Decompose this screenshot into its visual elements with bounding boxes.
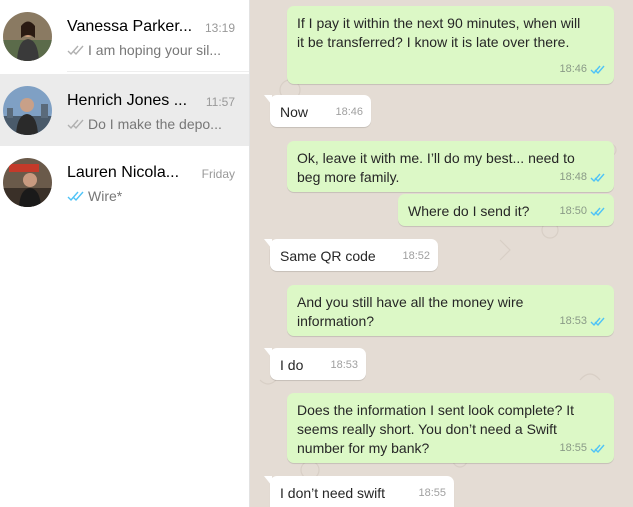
chat-time: 11:57: [205, 95, 235, 109]
message-time: 18:53: [559, 315, 587, 327]
message-text: Same QR code: [280, 248, 376, 264]
message-bubble-outgoing[interactable]: Ok, leave it with me. I’ll do my best...…: [287, 141, 614, 192]
message-meta: 18:55: [559, 439, 606, 458]
chat-preview-text: I am hoping your sil...: [88, 42, 222, 58]
message-meta: 18:48: [559, 168, 606, 187]
chat-list-item-vanessa[interactable]: Vanessa Parker... 13:19 I am hoping your…: [0, 0, 249, 72]
message-bubble-incoming[interactable]: I don’t need swift 18:55: [264, 476, 454, 507]
message-text: Now: [280, 104, 309, 120]
double-gray-tick-icon: [67, 119, 84, 129]
message-text: I do: [280, 357, 304, 373]
message-meta: 18:50: [559, 202, 606, 221]
chat-list-sidebar: Vanessa Parker... 13:19 I am hoping your…: [0, 0, 250, 507]
message-meta: 18:53: [330, 356, 358, 375]
message-bubble-outgoing[interactable]: Where do I send it? 18:50: [398, 194, 614, 226]
message-bubble-outgoing[interactable]: And you still have all the money wire in…: [287, 285, 614, 336]
message-time: 18:48: [559, 171, 587, 183]
message-text: Ok, leave it with me. I’ll do my best...…: [297, 150, 575, 185]
double-blue-tick-icon: [590, 207, 605, 216]
message-time: 18:46: [335, 106, 363, 118]
message-time: 18:55: [559, 442, 587, 454]
chat-time: 13:19: [204, 21, 235, 35]
message-time: 18:53: [330, 359, 358, 371]
chat-list-item-lauren[interactable]: Lauren Nicola... Friday Wire*: [0, 146, 249, 218]
message-bubble-incoming[interactable]: Same QR code 18:52: [264, 239, 438, 271]
chat-preview: I am hoping your sil...: [67, 42, 221, 58]
message-bubble-outgoing[interactable]: If I pay it within the next 90 minutes, …: [287, 6, 614, 84]
message-text: If I pay it within the next 90 minutes, …: [297, 15, 581, 50]
message-text: Where do I send it?: [408, 203, 530, 219]
message-text: And you still have all the money wire in…: [297, 294, 524, 329]
double-blue-tick-icon: [67, 191, 84, 201]
message-text: I don’t need swift: [280, 485, 386, 501]
avatar: [3, 12, 52, 61]
chat-preview: Wire*: [67, 188, 122, 204]
chat-name: Vanessa Parker...: [67, 18, 193, 35]
message-meta: 18:46: [335, 103, 363, 122]
message-meta: 18:53: [559, 312, 606, 331]
double-blue-tick-icon: [590, 444, 605, 453]
message-time: 18:55: [418, 487, 446, 499]
message-time: 18:52: [402, 250, 430, 262]
avatar: [3, 86, 52, 135]
chat-preview-text: Do I make the depo...: [88, 116, 222, 132]
double-blue-tick-icon: [590, 173, 605, 182]
chat-preview: Do I make the depo...: [67, 116, 222, 132]
chat-list-item-henrich[interactable]: Henrich Jones ... 11:57 Do I make the de…: [0, 74, 249, 146]
chat-preview-text: Wire*: [88, 188, 123, 204]
divider: [67, 71, 249, 72]
chat-name: Lauren Nicola...: [67, 164, 180, 181]
double-blue-tick-icon: [590, 65, 605, 74]
message-bubble-outgoing[interactable]: Does the information I sent look complet…: [287, 393, 614, 463]
avatar: [3, 158, 52, 207]
message-meta: 18:55: [418, 484, 446, 503]
conversation-pane[interactable]: If I pay it within the next 90 minutes, …: [250, 0, 633, 507]
message-meta: 18:46: [559, 60, 606, 79]
chat-time: Friday: [201, 167, 235, 181]
chat-name: Henrich Jones ...: [67, 92, 188, 109]
message-bubble-incoming[interactable]: I do 18:53: [264, 348, 366, 380]
double-blue-tick-icon: [590, 317, 605, 326]
message-time: 18:46: [559, 63, 587, 75]
message-bubble-incoming[interactable]: Now 18:46: [264, 95, 371, 127]
double-gray-tick-icon: [67, 45, 84, 55]
message-meta: 18:52: [402, 247, 430, 266]
message-text: Does the information I sent look complet…: [297, 402, 575, 456]
message-time: 18:50: [559, 205, 587, 217]
